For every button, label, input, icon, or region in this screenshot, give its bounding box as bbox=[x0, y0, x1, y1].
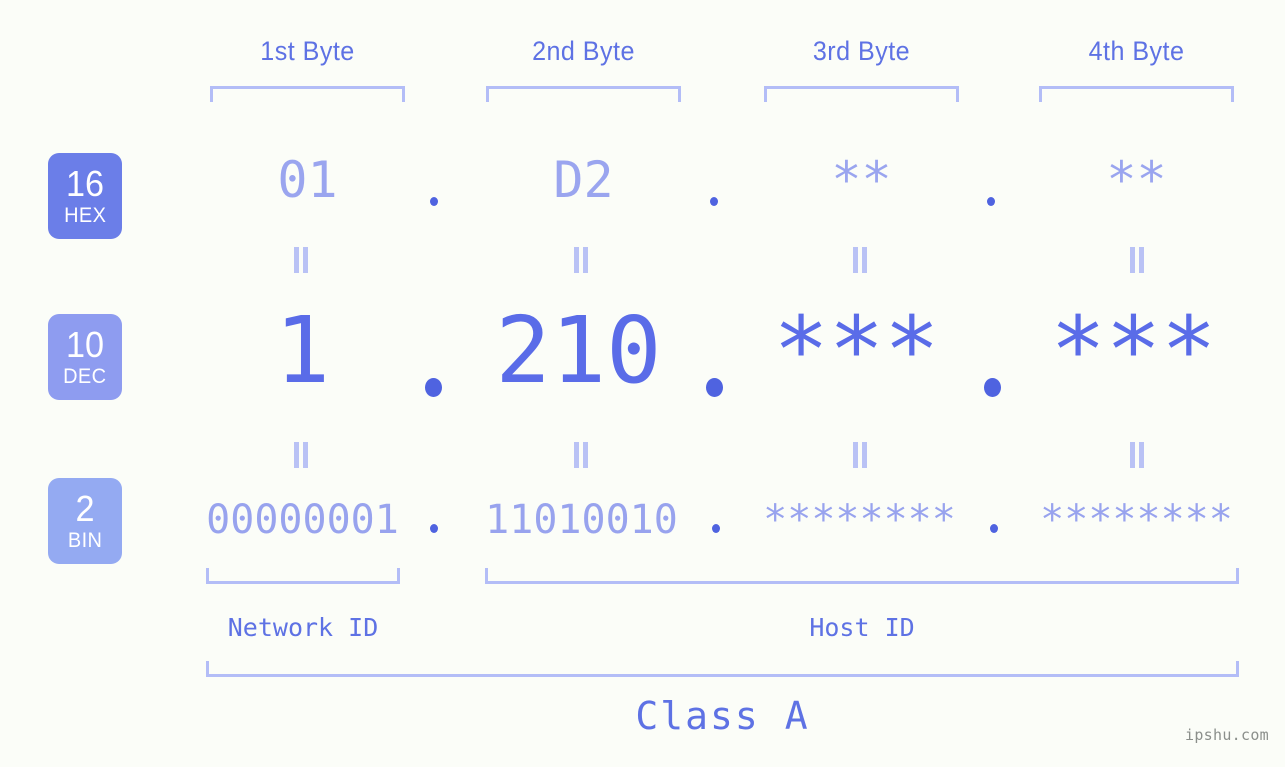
equals-mark-dec-bin-2 bbox=[571, 442, 591, 468]
base-badge-bin-number: 2 bbox=[75, 488, 95, 529]
bin-byte-4-value: ******** bbox=[1040, 497, 1233, 543]
hex-byte-2-value: D2 bbox=[553, 151, 614, 209]
class-bracket bbox=[206, 661, 1239, 677]
base-badge-bin-abbr: BIN bbox=[67, 529, 103, 552]
bin-separator-dot-2 bbox=[712, 524, 720, 533]
base-badge-bin: 2 BIN bbox=[48, 478, 122, 564]
equals-mark-dec-bin-1 bbox=[291, 442, 311, 468]
host-id-label: Host ID bbox=[809, 613, 915, 642]
base-badge-hex: 16 HEX bbox=[48, 153, 122, 239]
byte-bracket-2 bbox=[486, 86, 681, 102]
bin-byte-2-value: 11010010 bbox=[485, 497, 678, 543]
equals-mark-dec-bin-3 bbox=[850, 442, 870, 468]
site-watermark: ipshu.com bbox=[1185, 726, 1269, 744]
hex-separator-dot-1 bbox=[430, 197, 438, 206]
byte-bracket-1 bbox=[210, 86, 405, 102]
bin-separator-dot-1 bbox=[430, 524, 438, 533]
base-badge-dec-abbr: DEC bbox=[63, 365, 107, 388]
equals-mark-hex-dec-4 bbox=[1127, 247, 1147, 273]
dec-byte-1-value: 1 bbox=[274, 297, 331, 404]
dec-byte-2-value: 210 bbox=[495, 297, 662, 404]
byte-header-4: 4th Byte bbox=[1088, 36, 1185, 66]
network-id-label: Network ID bbox=[227, 613, 379, 642]
bin-byte-1-value: 00000001 bbox=[206, 497, 399, 543]
byte-header-1: 1st Byte bbox=[260, 36, 355, 66]
byte-header-2: 2nd Byte bbox=[532, 36, 635, 66]
bin-byte-3-value: ******** bbox=[763, 497, 956, 543]
host-id-bracket bbox=[485, 568, 1239, 584]
hex-separator-dot-2 bbox=[710, 197, 718, 206]
hex-separator-dot-3 bbox=[987, 197, 995, 206]
dec-byte-3-value: *** bbox=[773, 297, 940, 404]
dec-separator-dot-3 bbox=[984, 378, 1001, 397]
equals-mark-dec-bin-4 bbox=[1127, 442, 1147, 468]
network-id-bracket bbox=[206, 568, 400, 584]
base-badge-hex-number: 16 bbox=[65, 163, 105, 204]
hex-byte-1-value: 01 bbox=[277, 151, 338, 209]
base-badge-dec-number: 10 bbox=[65, 324, 105, 365]
byte-bracket-3 bbox=[764, 86, 959, 102]
byte-header-3: 3rd Byte bbox=[812, 36, 911, 66]
dec-byte-4-value: *** bbox=[1050, 297, 1217, 404]
ip-address-breakdown-diagram: 1st Byte 2nd Byte 3rd Byte 4th Byte 16 H… bbox=[0, 0, 1285, 767]
equals-mark-hex-dec-2 bbox=[571, 247, 591, 273]
base-badge-dec: 10 DEC bbox=[48, 314, 122, 400]
bin-separator-dot-3 bbox=[990, 524, 998, 533]
equals-mark-hex-dec-1 bbox=[291, 247, 311, 273]
hex-byte-4-value: ** bbox=[1106, 151, 1167, 209]
dec-separator-dot-2 bbox=[706, 378, 723, 397]
byte-bracket-4 bbox=[1039, 86, 1234, 102]
hex-byte-3-value: ** bbox=[831, 151, 892, 209]
base-badge-hex-abbr: HEX bbox=[63, 204, 107, 227]
equals-mark-hex-dec-3 bbox=[850, 247, 870, 273]
dec-separator-dot-1 bbox=[425, 378, 442, 397]
class-label: Class A bbox=[635, 694, 810, 738]
